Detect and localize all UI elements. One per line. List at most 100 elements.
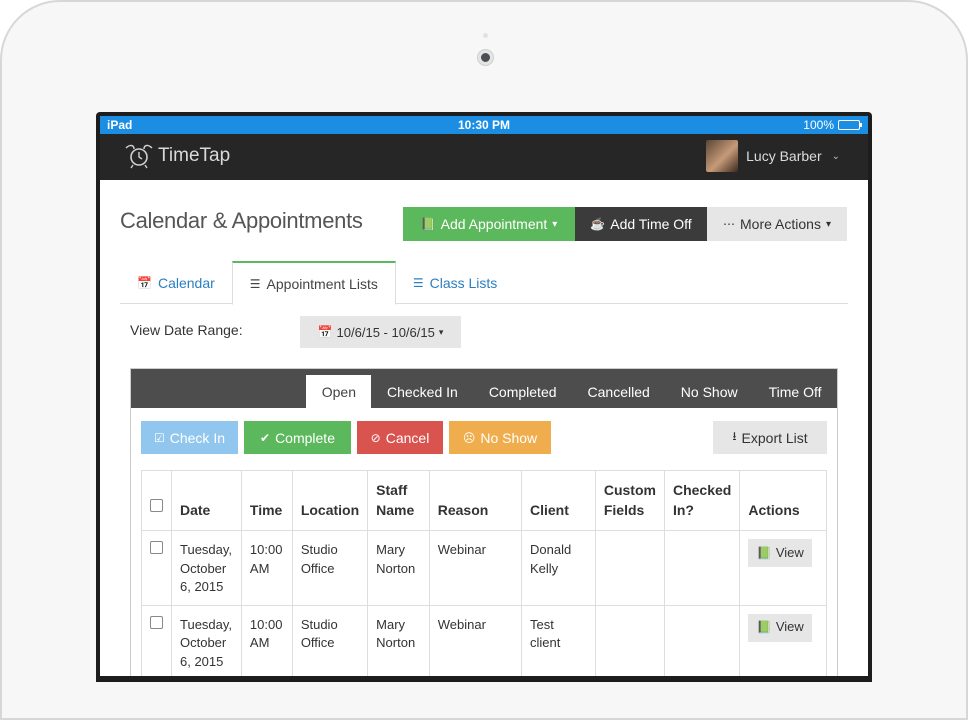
- export-list-button[interactable]: ⭳ Export List: [713, 421, 827, 454]
- table-row: Tuesday, October 6, 2015 10:00 AM Studio Off…: [141, 530, 827, 606]
- select-all-checkbox[interactable]: [150, 499, 163, 512]
- status-tab-open[interactable]: Open: [306, 375, 372, 408]
- checked-in-cell: [663, 530, 741, 606]
- col-client[interactable]: Client: [520, 470, 596, 531]
- avatar: [706, 140, 739, 172]
- client-line: Kelly: [529, 560, 559, 576]
- location-cell: Studio Office: [291, 604, 369, 676]
- battery-icon: [838, 120, 862, 130]
- check-in-button[interactable]: ☑ Check In: [141, 421, 238, 454]
- time-line: AM: [249, 635, 270, 650]
- tab-class-lists[interactable]: ☰ Class Lists: [396, 261, 514, 304]
- book-icon: 📗: [756, 545, 772, 560]
- tab-label: Appointment Lists: [266, 275, 378, 292]
- actions-cell: 📗 View: [739, 530, 827, 606]
- battery-percent: 100%: [803, 118, 834, 132]
- view-button[interactable]: 📗 View: [748, 539, 813, 567]
- row-checkbox[interactable]: [150, 541, 163, 554]
- tab-calendar[interactable]: 📅 Calendar: [120, 261, 232, 304]
- chevron-down-icon: ▾: [438, 326, 444, 337]
- custom-fields-cell: [594, 530, 665, 606]
- more-actions-button[interactable]: ⋯ More Actions ▾: [707, 207, 847, 241]
- add-time-off-button[interactable]: ☕ Add Time Off: [575, 207, 707, 241]
- row-select-cell: [141, 530, 172, 606]
- date-line: October: [180, 635, 227, 650]
- calendar-icon: 📅: [317, 325, 333, 339]
- row-checkbox[interactable]: [150, 615, 163, 629]
- add-appointment-button[interactable]: 📗 Add Appointment ▾: [403, 207, 575, 241]
- app-screen: iPad 10:30 PM 100% TimeTap Lucy Barber ⌄…: [100, 116, 868, 676]
- table-row: Tuesday, October 6, 2015 10:00 AM Studio Off…: [141, 604, 827, 676]
- tab-label: Calendar: [157, 274, 215, 291]
- checked-in-cell: [663, 604, 741, 676]
- timetap-logo[interactable]: TimeTap: [122, 142, 230, 170]
- col-staff[interactable]: Staff Name: [367, 470, 430, 531]
- appointments-panel: Open Checked In Completed Cancelled No S…: [130, 368, 838, 676]
- date-range-picker[interactable]: 📅 10/6/15 - 10/6/15 ▾: [300, 316, 461, 348]
- no-show-label: No Show: [480, 429, 538, 446]
- client-line: client: [529, 635, 561, 650]
- location-line: Studio: [300, 542, 338, 557]
- status-tab-time-off[interactable]: Time Off: [753, 375, 837, 408]
- time-line: 10:00: [249, 542, 283, 557]
- status-tab-no-show[interactable]: No Show: [665, 375, 753, 408]
- check-in-label: Check In: [169, 429, 225, 446]
- ellipsis-icon: ⋯: [723, 217, 736, 231]
- status-tab-checked-in[interactable]: Checked In: [371, 375, 473, 408]
- complete-button[interactable]: ✔ Complete: [244, 421, 351, 454]
- col-checked-in: Checked In?: [663, 470, 741, 531]
- time-line: AM: [249, 560, 270, 576]
- status-tab-cancelled[interactable]: Cancelled: [572, 375, 665, 408]
- col-date[interactable]: Date: [171, 470, 242, 531]
- status-bar: iPad 10:30 PM 100%: [100, 116, 868, 134]
- frown-icon: ☹: [462, 430, 476, 445]
- camera-icon: [478, 50, 493, 65]
- view-label: View: [775, 619, 804, 635]
- col-custom-fields: Custom Fields: [594, 470, 665, 531]
- chevron-down-icon: ⌄: [831, 150, 840, 162]
- tab-label: Class Lists: [429, 274, 498, 291]
- time-cell: 10:00 AM: [240, 604, 293, 676]
- row-select-cell: [141, 604, 172, 676]
- calendar-icon: 📅: [137, 275, 152, 290]
- view-button[interactable]: 📗 View: [748, 613, 813, 642]
- col-time[interactable]: Time: [240, 470, 293, 531]
- add-time-off-label: Add Time Off: [610, 216, 692, 232]
- col-staff-line1: Staff: [376, 482, 408, 498]
- col-checked-line1: Checked: [672, 482, 732, 498]
- page-title: Calendar & Appointments: [120, 208, 363, 233]
- staff-line: Norton: [376, 635, 416, 650]
- time-line: 10:00: [249, 616, 283, 632]
- clock: 10:30 PM: [457, 118, 511, 132]
- date-line: 6, 2015: [180, 579, 224, 594]
- date-cell: Tuesday, October 6, 2015: [171, 530, 242, 606]
- col-location[interactable]: Location: [291, 470, 369, 531]
- export-label: Export List: [741, 429, 808, 446]
- reason-cell: Webinar: [428, 604, 522, 676]
- col-staff-line2: Name: [376, 502, 415, 518]
- location-line: Office: [300, 560, 335, 576]
- list-icon: ☰: [412, 275, 424, 290]
- custom-fields-cell: [594, 604, 665, 676]
- book-icon: 📗: [756, 620, 772, 635]
- battery-status: 100%: [803, 118, 862, 132]
- light-sensor: [483, 33, 488, 38]
- table-header-row: Date Time Location Staff Name Reason Clie…: [141, 470, 827, 531]
- staff-line: Mary: [376, 616, 406, 632]
- coffee-icon: ☕: [590, 217, 606, 231]
- ban-icon: ⊘: [370, 430, 381, 445]
- check-icon: ✔: [260, 430, 271, 445]
- logo-text: TimeTap: [158, 145, 231, 166]
- location-line: Office: [300, 635, 335, 650]
- col-custom-line2: Fields: [603, 502, 645, 518]
- no-show-button[interactable]: ☹ No Show: [449, 421, 551, 454]
- actions-cell: 📗 View: [739, 604, 827, 676]
- status-tab-completed[interactable]: Completed: [473, 375, 572, 408]
- date-range-value: 10/6/15 - 10/6/15: [336, 324, 435, 340]
- download-icon: ⭳: [732, 429, 737, 443]
- col-reason[interactable]: Reason: [428, 470, 522, 531]
- location-cell: Studio Office: [291, 530, 369, 606]
- cancel-button[interactable]: ⊘ Cancel: [357, 421, 443, 454]
- tab-appointment-lists[interactable]: ☰ Appointment Lists: [231, 261, 396, 305]
- user-menu[interactable]: Lucy Barber ⌄: [706, 140, 840, 172]
